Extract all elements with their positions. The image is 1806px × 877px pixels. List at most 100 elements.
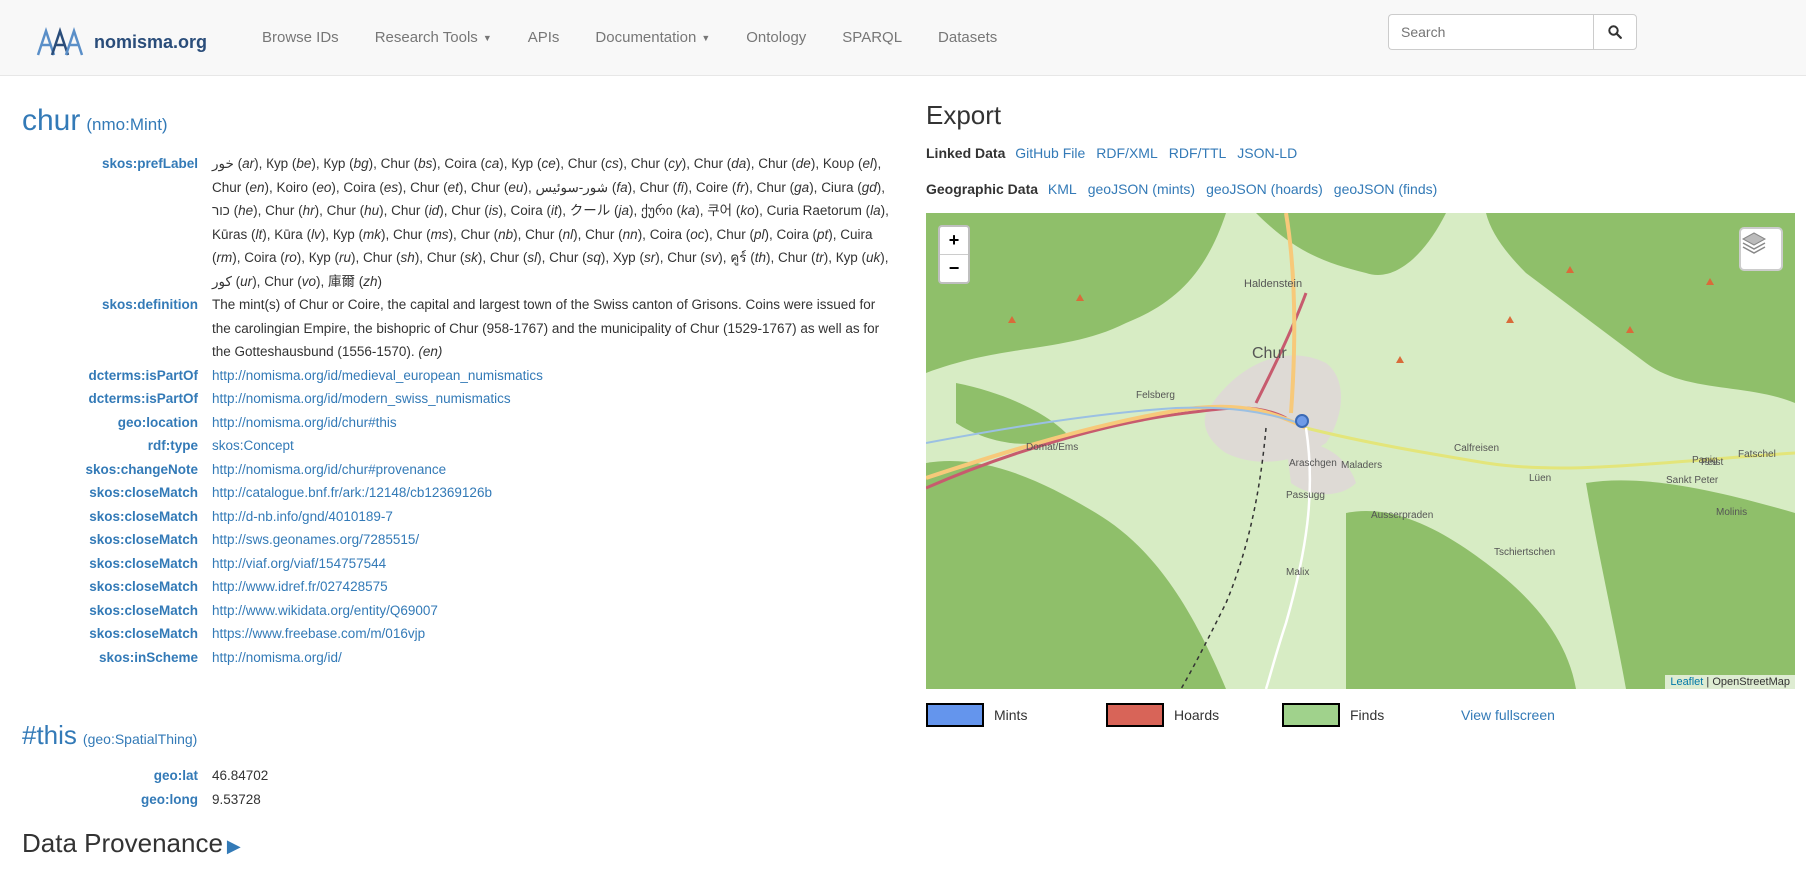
pref-label-value: Chur bbox=[363, 250, 393, 265]
pref-label-value: 쿠어 bbox=[707, 203, 733, 218]
property-row: skos:changeNote http://nomisma.org/id/chu… bbox=[22, 458, 892, 482]
map-place-label: Malix bbox=[1286, 567, 1309, 578]
property-value: http://sws.geonames.org/7285515/ bbox=[212, 528, 892, 552]
property-key[interactable]: dcterms:isPartOf bbox=[22, 364, 212, 388]
property-key[interactable]: dcterms:isPartOf bbox=[22, 387, 212, 411]
map-place-label: Haldenstein bbox=[1244, 278, 1302, 290]
property-link[interactable]: http://www.idref.fr/027428575 bbox=[212, 579, 388, 594]
pref-label-value: Chur bbox=[380, 156, 410, 171]
export-link-github-file[interactable]: GitHub File bbox=[1015, 145, 1085, 161]
legend-item-mints[interactable]: Mints bbox=[926, 702, 1027, 728]
property-link[interactable]: http://catalogue.bnf.fr/ark:/12148/cb123… bbox=[212, 485, 492, 500]
map-place-label: Araschgen bbox=[1289, 458, 1337, 469]
property-link[interactable]: http://nomisma.org/id/chur#this bbox=[212, 415, 397, 430]
export-link-rdf-xml[interactable]: RDF/XML bbox=[1096, 145, 1157, 161]
property-key[interactable]: skos:closeMatch bbox=[22, 528, 212, 552]
property-key[interactable]: skos:closeMatch bbox=[22, 575, 212, 599]
property-link[interactable]: http://viaf.org/viaf/154757544 bbox=[212, 556, 386, 571]
property-key[interactable]: skos:inScheme bbox=[22, 646, 212, 670]
pref-label-lang: sl bbox=[527, 250, 538, 265]
pref-label-value: ქური bbox=[641, 203, 673, 218]
nav-item-sparql[interactable]: SPARQL bbox=[824, 0, 920, 76]
property-value: https://www.freebase.com/m/016vjp bbox=[212, 622, 892, 646]
property-link[interactable]: http://d-nb.info/gnd/4010189-7 bbox=[212, 509, 393, 524]
layers-button[interactable] bbox=[1739, 227, 1783, 271]
export-link-geojson-hoards[interactable]: geoJSON (hoards) bbox=[1206, 181, 1323, 197]
legend-item-finds[interactable]: Finds bbox=[1282, 702, 1384, 728]
triangle-right-icon: ▶ bbox=[226, 836, 241, 856]
property-key[interactable]: skos:prefLabel bbox=[22, 152, 212, 293]
property-key[interactable]: geo:long bbox=[22, 788, 212, 812]
property-link[interactable]: http://sws.geonames.org/7285515/ bbox=[212, 532, 419, 547]
nav-item-research-tools[interactable]: Research Tools ▼ bbox=[357, 0, 510, 76]
export-link-rdf-ttl[interactable]: RDF/TTL bbox=[1169, 145, 1227, 161]
property-link[interactable]: http://nomisma.org/id/ bbox=[212, 650, 342, 665]
map-place-label: Ausserpraden bbox=[1371, 510, 1433, 521]
property-key[interactable]: skos:definition bbox=[22, 293, 212, 364]
pref-label-lang: sk bbox=[464, 250, 478, 265]
map[interactable]: Haldenstein Chur Felsberg Domat/Ems Araschge… bbox=[926, 213, 1795, 689]
pref-label-value: Coira bbox=[649, 226, 682, 242]
property-key[interactable]: geo:lat bbox=[22, 764, 212, 788]
legend-item-hoards[interactable]: Hoards bbox=[1106, 702, 1219, 728]
pref-label-lang: it bbox=[550, 203, 558, 218]
property-key[interactable]: skos:closeMatch bbox=[22, 552, 212, 576]
property-link[interactable]: http://nomisma.org/id/modern_swiss_numis… bbox=[212, 391, 511, 406]
export-link-geojson-finds[interactable]: geoJSON (finds) bbox=[1334, 181, 1437, 197]
pref-label-lang: id bbox=[428, 203, 440, 218]
property-key[interactable]: skos:closeMatch bbox=[22, 505, 212, 529]
property-key[interactable]: rdf:type bbox=[22, 434, 212, 458]
export-link-json-ld[interactable]: JSON-LD bbox=[1237, 145, 1297, 161]
pref-label-value: Kūras bbox=[212, 226, 248, 242]
search-form bbox=[1388, 14, 1637, 50]
caret-down-icon: ▼ bbox=[482, 33, 492, 44]
export-link-geojson-mints[interactable]: geoJSON (mints) bbox=[1088, 181, 1195, 197]
view-fullscreen-label: View fullscreen bbox=[1461, 707, 1555, 723]
property-value: 46.84702 bbox=[212, 768, 269, 783]
pref-label-value: Хур bbox=[612, 250, 636, 265]
pref-label-lang: da bbox=[731, 156, 747, 171]
property-key[interactable]: geo:location bbox=[22, 411, 212, 435]
pref-label-value: คูร์ bbox=[730, 250, 747, 265]
property-key[interactable]: skos:changeNote bbox=[22, 458, 212, 482]
pref-label-lang: ms bbox=[430, 226, 449, 242]
map-place-label: Chur bbox=[1252, 345, 1287, 362]
brand[interactable]: nomisma.org bbox=[36, 24, 207, 60]
property-key[interactable]: skos:closeMatch bbox=[22, 599, 212, 623]
property-link[interactable]: skos:Concept bbox=[212, 438, 294, 453]
attribution-separator: | bbox=[1703, 676, 1713, 688]
leaflet-link[interactable]: Leaflet bbox=[1670, 676, 1703, 688]
pref-label-value: Chur bbox=[326, 203, 356, 218]
nav-item-apis[interactable]: APIs bbox=[510, 0, 578, 76]
zoom-out-button[interactable]: − bbox=[940, 254, 968, 282]
property-key[interactable]: skos:closeMatch bbox=[22, 622, 212, 646]
pref-label-value: Кур bbox=[511, 156, 534, 171]
map-tiles[interactable]: Haldenstein Chur Felsberg Domat/Ems Araschge… bbox=[926, 213, 1795, 689]
nav-item-label: Browse IDs bbox=[262, 29, 339, 46]
zoom-in-button[interactable]: + bbox=[940, 227, 968, 254]
export-link-kml[interactable]: KML bbox=[1048, 181, 1077, 197]
nav-item-datasets[interactable]: Datasets bbox=[920, 0, 1015, 76]
pref-label-lang: ga bbox=[794, 179, 810, 195]
nav-item-documentation[interactable]: Documentation ▼ bbox=[577, 0, 728, 76]
pref-label-lang: ce bbox=[541, 156, 556, 171]
pref-label-value: Coira bbox=[244, 250, 277, 265]
property-value: http://nomisma.org/id/ bbox=[212, 646, 892, 670]
this-type: (geo:SpatialThing) bbox=[82, 731, 198, 747]
pref-label-lang: pl bbox=[753, 226, 765, 242]
property-key[interactable]: skos:closeMatch bbox=[22, 481, 212, 505]
search-input[interactable] bbox=[1388, 14, 1593, 50]
search-button[interactable] bbox=[1593, 14, 1637, 50]
pref-label-value: Кур bbox=[332, 226, 355, 242]
pref-label-lang: bg bbox=[353, 156, 369, 171]
property-link[interactable]: http://nomisma.org/id/medieval_european_… bbox=[212, 368, 543, 383]
property-link[interactable]: http://nomisma.org/id/chur#provenance bbox=[212, 462, 446, 477]
data-provenance-toggle[interactable]: Data Provenance ▶ bbox=[22, 828, 241, 859]
property-link[interactable]: https://www.freebase.com/m/016vjp bbox=[212, 626, 425, 641]
nav-item-ontology[interactable]: Ontology bbox=[728, 0, 824, 76]
pref-label-lang: sr bbox=[643, 250, 656, 265]
map-place-label: Maladers bbox=[1341, 460, 1382, 471]
property-link[interactable]: http://www.wikidata.org/entity/Q69007 bbox=[212, 603, 438, 618]
view-fullscreen-link[interactable]: View fullscreen bbox=[1461, 702, 1555, 728]
nav-item-browse-ids[interactable]: Browse IDs bbox=[244, 0, 357, 76]
